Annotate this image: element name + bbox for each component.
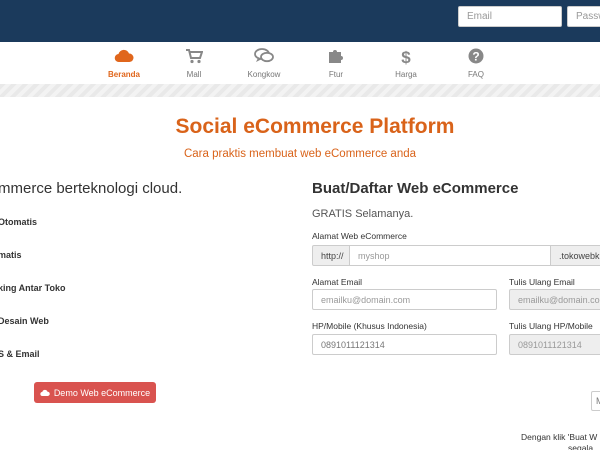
feature-item: Otomatis xyxy=(0,217,38,227)
nav-item-kongkow[interactable]: Kongkow xyxy=(234,42,294,84)
phone-label: HP/Mobile (Khusus Indonesia) xyxy=(312,321,427,331)
dollar-icon: $ xyxy=(376,48,436,70)
nav-item-label: FAQ xyxy=(467,70,484,79)
terms-text: Dengan klik 'Buat W xyxy=(521,432,598,442)
demo-button[interactable]: Demo Web eCommerce xyxy=(34,382,156,403)
phone-repeat-input[interactable]: 0891011121314 xyxy=(509,334,600,355)
svg-text:?: ? xyxy=(472,50,479,64)
email-repeat-input[interactable]: emailku@domain.com xyxy=(509,289,600,310)
feature-item: Desain Web xyxy=(0,316,49,326)
divider-stripe xyxy=(0,84,600,97)
phone-repeat-label: Tulis Ulang HP/Mobile xyxy=(509,321,593,331)
nav-item-label: Kongkow xyxy=(247,70,281,79)
nav-item-label: Harga xyxy=(395,70,417,79)
page-title: Social eCommerce Platform xyxy=(175,115,455,138)
top-bar xyxy=(0,0,600,42)
email-repeat-label: Tulis Ulang Email xyxy=(509,277,575,287)
nav-item-label: Ftur xyxy=(328,70,344,79)
question-icon: ? xyxy=(446,48,506,70)
email-label: Alamat Email xyxy=(312,277,363,287)
extra-field[interactable]: M xyxy=(591,391,600,411)
login-password-input[interactable] xyxy=(567,6,600,27)
nav-item-label: Beranda xyxy=(107,70,140,79)
features-heading: mmerce berteknologi cloud. xyxy=(0,180,183,197)
main-nav: Beranda Mall Kongkow Ftur $ Harga ? FAQ xyxy=(0,42,600,84)
email-input[interactable]: emailku@domain.com xyxy=(312,289,497,310)
login-email-input[interactable] xyxy=(458,6,562,27)
chat-icon xyxy=(234,48,294,70)
svg-text:$: $ xyxy=(401,48,411,66)
address-label: Alamat Web eCommerce xyxy=(312,231,407,241)
address-input[interactable]: myshop xyxy=(349,245,551,266)
form-subheading: GRATIS Selamanya. xyxy=(312,208,414,220)
feature-item: matis xyxy=(0,250,22,260)
address-prefix: http:// xyxy=(312,245,350,266)
terms-text-continued: segala xyxy=(568,443,594,450)
nav-item-ftur[interactable]: Ftur xyxy=(306,42,366,84)
nav-item-beranda[interactable]: Beranda xyxy=(94,42,154,84)
page-subtitle: Cara praktis membuat web eCommerce anda xyxy=(183,148,417,160)
cloud-icon xyxy=(40,389,50,396)
feature-item: king Antar Toko xyxy=(0,283,66,293)
demo-button-label: Demo Web eCommerce xyxy=(53,387,151,398)
cart-icon xyxy=(164,48,224,70)
nav-item-label: Mall xyxy=(186,70,202,79)
nav-item-faq[interactable]: ? FAQ xyxy=(446,42,506,84)
nav-item-harga[interactable]: $ Harga xyxy=(376,42,436,84)
phone-input[interactable]: 0891011121314 xyxy=(312,334,497,355)
puzzle-icon xyxy=(306,48,366,70)
feature-item: S & Email xyxy=(0,349,40,359)
nav-item-mall[interactable]: Mall xyxy=(164,42,224,84)
address-suffix: .tokowebku.com xyxy=(550,245,600,266)
cloud-icon xyxy=(94,48,154,70)
form-heading: Buat/Daftar Web eCommerce xyxy=(312,180,519,197)
